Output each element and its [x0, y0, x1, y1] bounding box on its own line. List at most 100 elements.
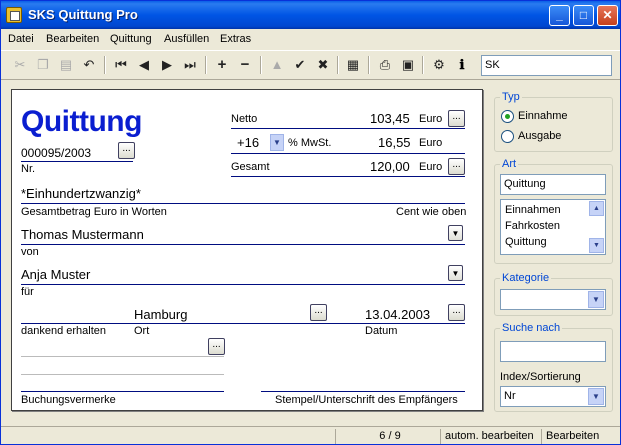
search-input[interactable]: SK — [481, 55, 612, 76]
date-label: Datum — [365, 325, 398, 337]
maximize-button[interactable]: □ — [573, 5, 594, 26]
index-select[interactable]: Nr ▼ — [500, 386, 606, 407]
toolbar-separator — [422, 56, 424, 74]
gesamt-value[interactable]: 120,00 — [370, 159, 410, 174]
from-label: von — [21, 246, 39, 258]
toolbar-separator — [104, 56, 106, 74]
booking-button[interactable]: ... — [208, 338, 225, 355]
status-record: 6 / 9 — [335, 429, 440, 444]
radio-einnahme[interactable] — [501, 110, 514, 123]
gesamt-underline — [231, 176, 465, 177]
kategorie-select[interactable]: ▼ — [500, 289, 606, 310]
art-list-item[interactable]: Einnahmen — [505, 204, 561, 216]
chevron-down-icon[interactable]: ▼ — [588, 388, 604, 405]
from-dropdown[interactable]: ▼ — [448, 225, 463, 241]
booking-label: Buchungsvermerke — [21, 394, 116, 406]
calculator-icon[interactable]: ▣ — [398, 55, 418, 75]
menu-ausfuellen[interactable]: Ausfüllen — [164, 33, 209, 45]
from-value[interactable]: Thomas Mustermann — [21, 227, 144, 242]
typ-label: Typ — [500, 91, 522, 103]
next-record-icon[interactable]: ▶ — [157, 55, 177, 75]
scroll-up-icon[interactable]: ▲ — [589, 201, 604, 216]
place-date-underline — [21, 323, 465, 324]
for-value[interactable]: Anja Muster — [21, 267, 90, 282]
date-button[interactable]: ... — [448, 304, 465, 321]
art-group: Art Quittung Einnahmen Fahrkosten Quittu… — [494, 158, 613, 264]
title-bar[interactable]: SKS Quittung Pro _ □ ✕ — [1, 1, 620, 29]
toolbar-separator — [368, 56, 370, 74]
amount-in-words[interactable]: *Einhundertzwanzig* — [21, 186, 141, 201]
table-view-icon[interactable]: ▦ — [343, 55, 363, 75]
tax-rate-dropdown[interactable]: ▼ — [270, 134, 284, 151]
search-group: Suche nach Index/Sortierung Nr ▼ — [494, 322, 613, 412]
index-value: Nr — [504, 390, 516, 402]
prev-record-icon[interactable]: ◀ — [134, 55, 154, 75]
menu-datei[interactable]: Datei — [8, 33, 34, 45]
toolbar-separator — [337, 56, 339, 74]
chevron-down-icon[interactable]: ▼ — [588, 291, 604, 308]
last-record-icon[interactable]: ⏭ — [180, 55, 200, 75]
gesamt-button[interactable]: ... — [448, 158, 465, 175]
netto-button[interactable]: ... — [448, 110, 465, 127]
radio-ausgabe[interactable] — [501, 130, 514, 143]
delete-record-icon[interactable]: − — [235, 55, 255, 75]
toolbar-separator — [205, 56, 207, 74]
place-button[interactable]: ... — [310, 304, 327, 321]
app-window: SKS Quittung Pro _ □ ✕ Datei Bearbeiten … — [0, 0, 621, 445]
status-mode: autom. bearbeiten — [440, 429, 541, 444]
receipt-number[interactable]: 000095/2003 — [21, 146, 91, 160]
signature-label: Stempel/Unterschrift des Empfängers — [275, 394, 458, 406]
kategorie-label: Kategorie — [500, 272, 552, 284]
netto-value[interactable]: 103,45 — [370, 111, 410, 126]
app-icon[interactable] — [6, 7, 22, 23]
tax-rate[interactable]: +16 — [237, 135, 259, 150]
scroll-down-icon[interactable]: ▼ — [589, 238, 604, 253]
cent-label: Cent wie oben — [396, 206, 467, 218]
copy-icon[interactable]: ❐ — [33, 55, 53, 75]
info-icon[interactable]: ℹ — [452, 55, 472, 75]
art-listbox[interactable]: Einnahmen Fahrkosten Quittung ▲ ▼ — [500, 199, 606, 255]
confirm-check-icon[interactable]: ✔ — [290, 55, 310, 75]
number-label: Nr. — [21, 163, 36, 175]
print-icon[interactable]: ⎙ — [375, 55, 395, 75]
netto-underline — [231, 128, 465, 129]
close-button[interactable]: ✕ — [597, 5, 618, 26]
suche-input[interactable] — [500, 341, 606, 362]
cut-icon[interactable]: ✂ — [10, 55, 30, 75]
first-record-icon[interactable]: ⏮ — [111, 55, 131, 75]
tax-label: % MwSt. — [288, 137, 332, 149]
status-state: Bearbeiten — [541, 429, 619, 444]
place-label: Ort — [134, 325, 150, 337]
cancel-x-icon[interactable]: ✖ — [313, 55, 333, 75]
radio-ausgabe-label[interactable]: Ausgabe — [518, 130, 561, 142]
menu-extras[interactable]: Extras — [220, 33, 251, 45]
settings-gears-icon[interactable]: ⚙ — [429, 55, 449, 75]
menu-bar: Datei Bearbeiten Quittung Ausfüllen Extr… — [1, 29, 620, 49]
tax-currency: Euro — [419, 137, 443, 149]
toolbar-separator — [260, 56, 262, 74]
radio-einnahme-label[interactable]: Einnahme — [518, 110, 568, 122]
received-label: dankend erhalten — [21, 325, 107, 337]
booking-line-2 — [21, 374, 224, 375]
art-label: Art — [500, 158, 519, 170]
paste-icon[interactable]: ▤ — [56, 55, 76, 75]
minimize-button[interactable]: _ — [549, 5, 570, 26]
gesamt-label: Gesamt — [231, 161, 270, 173]
for-dropdown[interactable]: ▼ — [448, 265, 463, 281]
date-value[interactable]: 13.04.2003 — [365, 307, 430, 322]
add-record-icon[interactable]: + — [212, 55, 232, 75]
art-list-item[interactable]: Quittung — [505, 236, 547, 248]
netto-currency: Euro — [419, 113, 443, 125]
art-input[interactable]: Quittung — [500, 174, 606, 195]
art-list-item[interactable]: Fahrkosten — [505, 220, 560, 232]
typ-group: Typ Einnahme Ausgabe — [494, 91, 613, 152]
undo-icon[interactable]: ↶ — [79, 55, 99, 75]
menu-bearbeiten[interactable]: Bearbeiten — [46, 33, 99, 45]
up-icon[interactable]: ▲ — [267, 55, 287, 75]
place-value[interactable]: Hamburg — [134, 307, 187, 322]
status-empty — [2, 429, 335, 444]
index-label: Index/Sortierung — [500, 371, 581, 383]
for-underline — [21, 284, 465, 285]
menu-quittung[interactable]: Quittung — [110, 33, 152, 45]
receipt-number-button[interactable]: ... — [118, 142, 135, 159]
